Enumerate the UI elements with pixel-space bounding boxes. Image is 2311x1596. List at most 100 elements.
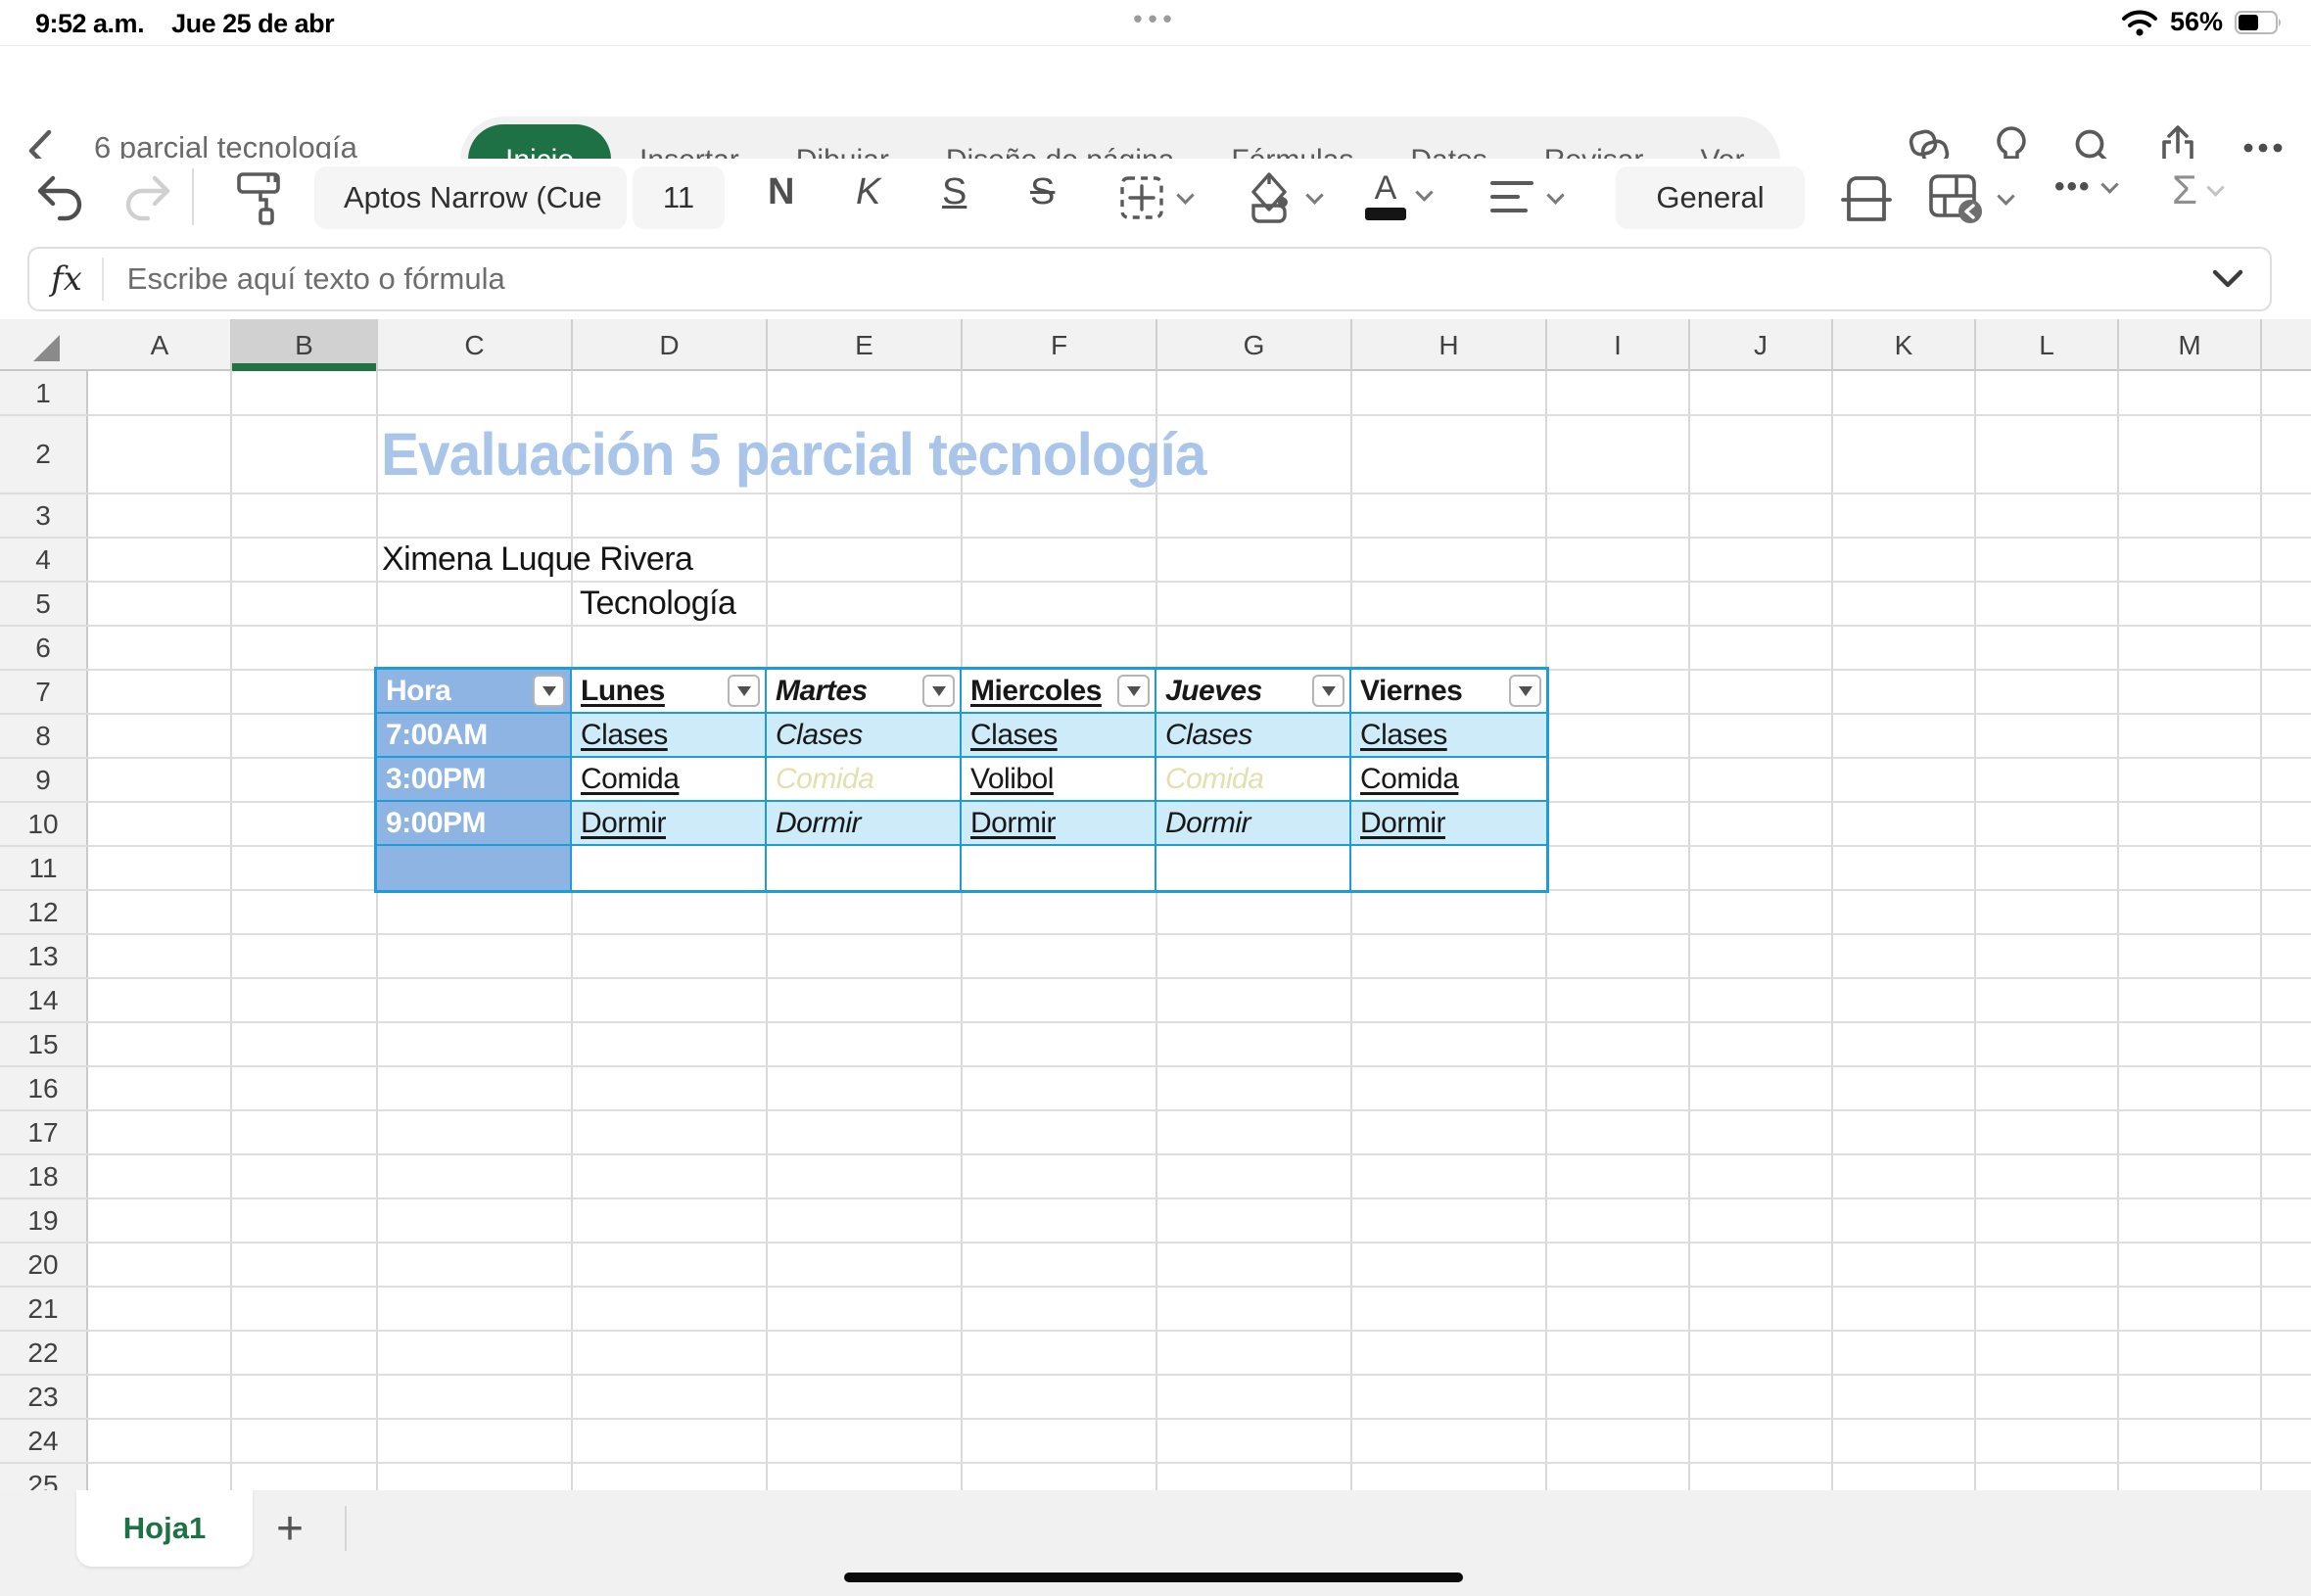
table-cell[interactable]: Clases bbox=[1156, 714, 1351, 758]
sheet-bar-divider bbox=[345, 1506, 347, 1551]
row-header-11[interactable]: 11 bbox=[0, 846, 86, 890]
filter-arrow-icon bbox=[542, 686, 556, 696]
table-time-cell[interactable] bbox=[377, 846, 572, 890]
table-cell[interactable]: Clases bbox=[767, 714, 962, 758]
table-header-label: Martes bbox=[776, 675, 868, 708]
table-cell[interactable]: Comida bbox=[1156, 758, 1351, 802]
header-divider bbox=[766, 319, 768, 371]
column-header-k[interactable]: K bbox=[1832, 319, 1975, 371]
table-cell[interactable] bbox=[1351, 846, 1546, 890]
row-header-8[interactable]: 8 bbox=[0, 714, 86, 758]
table-time-cell[interactable]: 7:00AM bbox=[377, 714, 572, 758]
table-header-lunes[interactable]: Lunes bbox=[572, 670, 767, 714]
row-header-15[interactable]: 15 bbox=[0, 1022, 86, 1066]
column-header-d[interactable]: D bbox=[572, 319, 767, 371]
column-header-c[interactable]: C bbox=[377, 319, 572, 371]
filter-arrow-icon bbox=[1322, 686, 1336, 696]
gridline-vertical bbox=[1156, 371, 1157, 1490]
table-time-cell[interactable]: 9:00PM bbox=[377, 802, 572, 846]
row-header-12[interactable]: 12 bbox=[0, 890, 86, 934]
row-header-6[interactable]: 6 bbox=[0, 626, 86, 670]
select-all-icon[interactable] bbox=[33, 335, 60, 361]
filter-dropdown-button[interactable] bbox=[922, 675, 955, 707]
gridline-vertical bbox=[766, 371, 768, 1490]
table-cell[interactable]: Dormir bbox=[1156, 802, 1351, 846]
gridline-horizontal bbox=[0, 933, 2311, 935]
spreadsheet-grid: ABCDEFGHIJKLM123456789101112131415161718… bbox=[0, 0, 2311, 1596]
row-header-17[interactable]: 17 bbox=[0, 1110, 86, 1154]
row-header-22[interactable]: 22 bbox=[0, 1331, 86, 1375]
filter-dropdown-button[interactable] bbox=[533, 675, 565, 707]
column-header-l[interactable]: L bbox=[1975, 319, 2118, 371]
column-header-m[interactable]: M bbox=[2118, 319, 2261, 371]
row-header-7[interactable]: 7 bbox=[0, 670, 86, 714]
filter-dropdown-button[interactable] bbox=[1117, 675, 1150, 707]
table-cell[interactable] bbox=[1156, 846, 1351, 890]
cell-d5-subject[interactable]: Tecnología bbox=[580, 582, 735, 626]
row-header-16[interactable]: 16 bbox=[0, 1066, 86, 1110]
row-header-5[interactable]: 5 bbox=[0, 582, 86, 626]
row-header-20[interactable]: 20 bbox=[0, 1243, 86, 1287]
table-header-jueves[interactable]: Jueves bbox=[1156, 670, 1351, 714]
row-header-3[interactable]: 3 bbox=[0, 493, 86, 538]
header-divider bbox=[230, 319, 232, 371]
table-header-miercoles[interactable]: Miercoles bbox=[962, 670, 1156, 714]
row-header-13[interactable]: 13 bbox=[0, 934, 86, 978]
gridline-vertical bbox=[1831, 371, 1833, 1490]
table-cell[interactable]: Dormir bbox=[572, 802, 767, 846]
column-header-j[interactable]: J bbox=[1689, 319, 1832, 371]
table-cell[interactable]: Clases bbox=[572, 714, 767, 758]
cell-c2-title[interactable]: Evaluación 5 parcial tecnología bbox=[381, 415, 1241, 493]
add-sheet-button[interactable]: + bbox=[276, 1502, 304, 1556]
column-header-e[interactable]: E bbox=[767, 319, 962, 371]
header-divider bbox=[2260, 319, 2262, 371]
table-header-martes[interactable]: Martes bbox=[767, 670, 962, 714]
filter-dropdown-button[interactable] bbox=[1509, 675, 1541, 707]
row-header-14[interactable]: 14 bbox=[0, 978, 86, 1022]
table-cell[interactable]: Clases bbox=[1351, 714, 1546, 758]
column-header-b[interactable]: B bbox=[231, 319, 377, 371]
excel-ipad-app: 9:52 a.m.Jue 25 de abr ••• 56% 6 parcial… bbox=[0, 0, 2311, 1596]
table-cell[interactable] bbox=[962, 846, 1156, 890]
header-divider bbox=[1974, 319, 1976, 371]
table-cell[interactable]: Comida bbox=[1351, 758, 1546, 802]
table-cell[interactable]: Clases bbox=[962, 714, 1156, 758]
table-header-hora[interactable]: Hora bbox=[377, 670, 572, 714]
table-header-label: Lunes bbox=[581, 675, 665, 708]
filter-arrow-icon bbox=[932, 686, 946, 696]
table-cell[interactable]: Comida bbox=[572, 758, 767, 802]
table-cell[interactable]: Dormir bbox=[1351, 802, 1546, 846]
gridline-horizontal bbox=[0, 1065, 2311, 1067]
row-header-4[interactable]: 4 bbox=[0, 538, 86, 582]
table-cell[interactable] bbox=[572, 846, 767, 890]
column-header-f[interactable]: F bbox=[962, 319, 1156, 371]
row-header-18[interactable]: 18 bbox=[0, 1154, 86, 1198]
row-header-10[interactable]: 10 bbox=[0, 802, 86, 846]
gridline-vertical bbox=[2117, 371, 2119, 1490]
column-header-a[interactable]: A bbox=[88, 319, 231, 371]
sheet-tab-hoja1[interactable]: Hoja1 bbox=[76, 1490, 253, 1567]
table-cell[interactable]: Dormir bbox=[767, 802, 962, 846]
table-cell[interactable]: Comida bbox=[767, 758, 962, 802]
gridline-horizontal bbox=[0, 1418, 2311, 1420]
column-header-h[interactable]: H bbox=[1351, 319, 1546, 371]
table-cell[interactable]: Volibol bbox=[962, 758, 1156, 802]
home-indicator[interactable] bbox=[844, 1573, 1463, 1582]
table-header-viernes[interactable]: Viernes bbox=[1351, 670, 1546, 714]
row-header-2[interactable]: 2 bbox=[0, 415, 86, 493]
row-header-9[interactable]: 9 bbox=[0, 758, 86, 802]
row-header-24[interactable]: 24 bbox=[0, 1419, 86, 1463]
row-header-19[interactable]: 19 bbox=[0, 1198, 86, 1243]
cell-c4-author[interactable]: Ximena Luque Rivera bbox=[382, 538, 692, 582]
gridline-horizontal bbox=[0, 1286, 2311, 1288]
table-cell[interactable]: Dormir bbox=[962, 802, 1156, 846]
filter-dropdown-button[interactable] bbox=[728, 675, 760, 707]
row-header-21[interactable]: 21 bbox=[0, 1287, 86, 1331]
table-time-cell[interactable]: 3:00PM bbox=[377, 758, 572, 802]
row-header-23[interactable]: 23 bbox=[0, 1375, 86, 1419]
table-cell[interactable] bbox=[767, 846, 962, 890]
column-header-g[interactable]: G bbox=[1156, 319, 1351, 371]
filter-dropdown-button[interactable] bbox=[1312, 675, 1344, 707]
column-header-i[interactable]: I bbox=[1546, 319, 1689, 371]
row-header-1[interactable]: 1 bbox=[0, 371, 86, 415]
